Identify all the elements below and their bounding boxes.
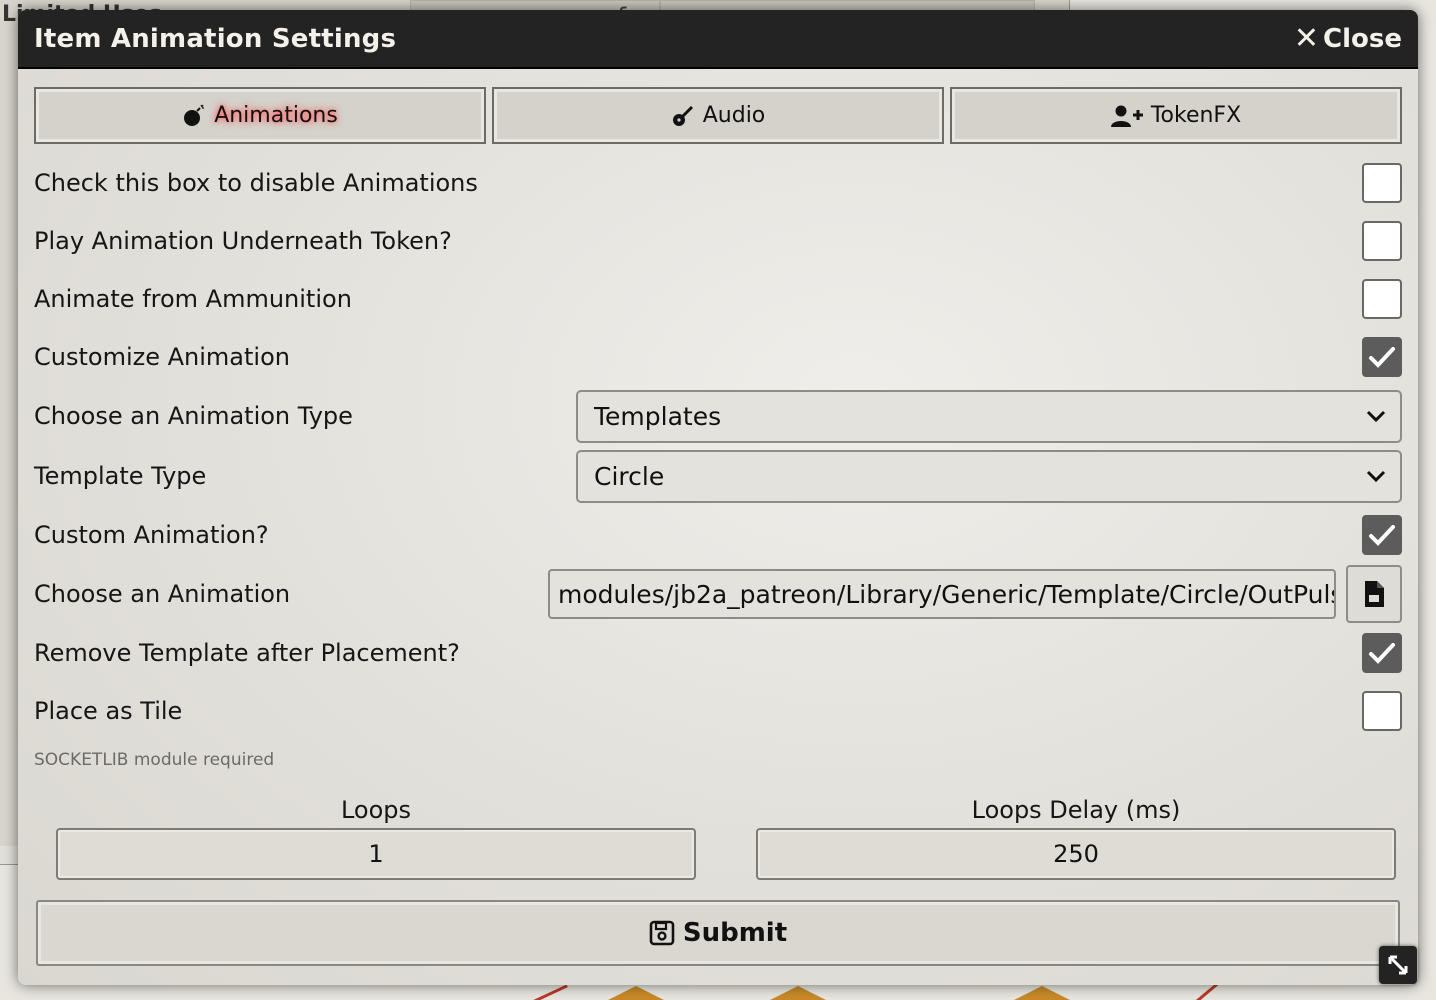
tab-audio[interactable]: Audio [492, 87, 944, 144]
checkmark-icon [1369, 643, 1395, 664]
guitar-icon [671, 104, 695, 128]
template-type-select[interactable]: Circle [576, 449, 1402, 503]
file-icon [1365, 581, 1384, 607]
user-plus-icon [1110, 104, 1143, 128]
tab-bar: Animations Audio TokenFX [34, 87, 1402, 144]
setting-label: Animate from Ammunition [34, 285, 352, 313]
setting-place-as-tile: Place as Tile [34, 682, 1402, 740]
setting-label: Choose an Animation Type [34, 402, 353, 430]
tab-tokenfx[interactable]: TokenFX [950, 87, 1402, 144]
setting-disable-animations: Check this box to disable Animations [34, 154, 1402, 212]
close-icon: ✕ [1293, 20, 1320, 56]
setting-choose-animation: Choose an Animation modules/jb2a_patreon… [34, 564, 1402, 624]
bomb-icon [182, 104, 206, 128]
loops-label: Loops [340, 796, 412, 824]
setting-template-type: Template Type Circle [34, 446, 1402, 506]
loops-delay-column: Loops Delay (ms) 250 [756, 796, 1396, 880]
save-icon [649, 920, 675, 946]
setting-animation-type: Choose an Animation Type Templates [34, 386, 1402, 446]
setting-custom-animation: Custom Animation? [34, 506, 1402, 564]
tab-animations[interactable]: Animations [34, 87, 486, 144]
play-underneath-checkbox[interactable] [1362, 221, 1402, 261]
checkmark-icon [1369, 347, 1395, 368]
dialog-titlebar[interactable]: Item Animation Settings ✕ Close [18, 10, 1418, 69]
setting-label: Choose an Animation [34, 580, 291, 608]
loops-delay-input[interactable]: 250 [756, 828, 1396, 880]
close-label: Close [1323, 23, 1402, 54]
checkmark-icon [1369, 525, 1395, 546]
bg-token-marker [608, 986, 664, 1000]
tab-audio-label: Audio [702, 103, 766, 128]
setting-label: Place as Tile [34, 697, 183, 725]
dialog-title: Item Animation Settings [34, 23, 397, 54]
animate-ammunition-checkbox[interactable] [1362, 279, 1402, 319]
animation-path-group: modules/jb2a_patreon/Library/Generic/Tem… [548, 565, 1402, 623]
setting-label: Custom Animation? [34, 521, 269, 549]
setting-label: Template Type [34, 462, 207, 490]
setting-label: Remove Template after Placement? [34, 639, 460, 667]
setting-label: Play Animation Underneath Token? [34, 227, 452, 255]
setting-remove-template: Remove Template after Placement? [34, 624, 1402, 682]
tab-animations-label: Animations [214, 103, 338, 128]
animation-settings-form: Check this box to disable Animations Pla… [34, 154, 1402, 776]
item-animation-settings-dialog: Item Animation Settings ✕ Close Animatio… [18, 10, 1418, 985]
loops-delay-label: Loops Delay (ms) [971, 796, 1181, 824]
close-button[interactable]: ✕ Close [1293, 20, 1402, 56]
loops-input[interactable]: 1 [56, 828, 696, 880]
bg-token-marker [770, 986, 826, 1000]
socketlib-hint: SOCKETLIB module required [34, 750, 275, 770]
custom-animation-checkbox[interactable] [1362, 515, 1402, 555]
file-picker-button[interactable] [1346, 565, 1402, 623]
loops-section: Loops 1 Loops Delay (ms) 250 [56, 796, 1396, 880]
resize-arrows-icon [1388, 955, 1408, 975]
customize-animation-checkbox[interactable] [1362, 337, 1402, 377]
bg-token-marker [1014, 986, 1070, 1000]
tab-tokenfx-label: TokenFX [1150, 103, 1242, 128]
resize-handle[interactable] [1379, 946, 1417, 984]
setting-play-underneath: Play Animation Underneath Token? [34, 212, 1402, 270]
chevron-down-icon [1366, 410, 1386, 423]
place-as-tile-checkbox[interactable] [1362, 691, 1402, 731]
chevron-down-icon [1366, 470, 1386, 483]
setting-customize-animation: Customize Animation [34, 328, 1402, 386]
submit-button[interactable]: Submit [36, 900, 1400, 966]
bg-wall-line [512, 984, 568, 1000]
animation-type-select[interactable]: Templates [576, 389, 1402, 443]
setting-animate-ammunition: Animate from Ammunition [34, 270, 1402, 328]
setting-label: Customize Animation [34, 343, 290, 371]
template-type-value: Circle [594, 461, 665, 491]
disable-animations-checkbox[interactable] [1362, 163, 1402, 203]
loops-column: Loops 1 [56, 796, 696, 880]
submit-label: Submit [682, 918, 788, 948]
animation-path-input[interactable]: modules/jb2a_patreon/Library/Generic/Tem… [548, 569, 1336, 619]
animation-type-value: Templates [594, 401, 722, 431]
setting-label: Check this box to disable Animations [34, 169, 478, 197]
remove-template-checkbox[interactable] [1362, 633, 1402, 673]
